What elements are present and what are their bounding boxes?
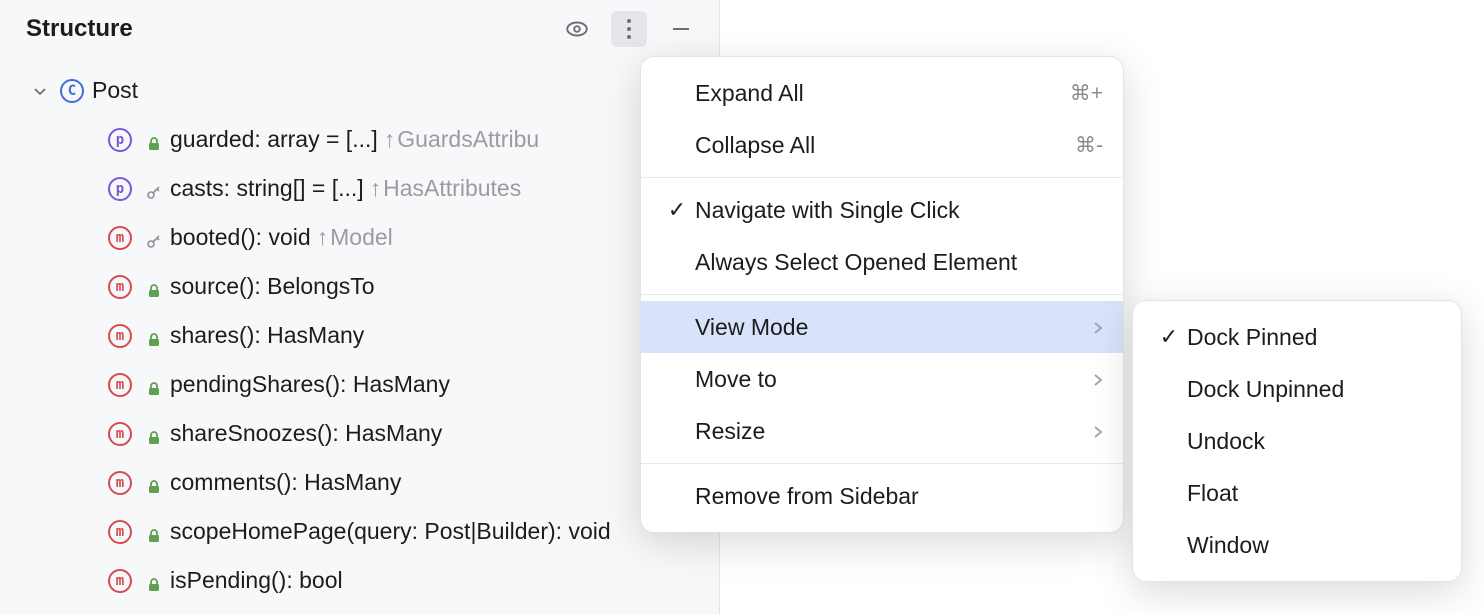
lock-icon: [146, 524, 162, 540]
method-icon: m: [108, 520, 132, 544]
method-icon: m: [108, 324, 132, 348]
lock-icon: [146, 426, 162, 442]
menu-always-select-opened[interactable]: Always Select Opened Element: [641, 236, 1123, 288]
member-label: shareSnoozes(): HasMany: [170, 420, 442, 447]
member-label: casts: string[] = [...]: [170, 175, 364, 202]
tree-member-row[interactable]: m shares(): HasMany: [0, 311, 719, 360]
tree-member-row[interactable]: p casts: string[] = [...] ↑HasAttributes: [0, 164, 719, 213]
lock-icon: [146, 328, 162, 344]
check-icon: ✓: [659, 197, 695, 223]
options-icon[interactable]: [611, 11, 647, 47]
tree-member-row[interactable]: m shareSnoozes(): HasMany: [0, 409, 719, 458]
menu-label: Expand All: [695, 80, 1054, 107]
shortcut-label: ⌘+: [1070, 81, 1103, 106]
menu-label: Always Select Opened Element: [695, 249, 1103, 276]
member-label: shares(): HasMany: [170, 322, 364, 349]
class-icon: C: [60, 79, 84, 103]
submenu-window[interactable]: Window: [1133, 519, 1461, 571]
inherit-label: ↑HasAttributes: [370, 175, 522, 202]
method-icon: m: [108, 471, 132, 495]
menu-label: Window: [1187, 532, 1441, 559]
tree-member-row[interactable]: m booted(): void ↑Model: [0, 213, 719, 262]
submenu-float[interactable]: Float: [1133, 467, 1461, 519]
menu-label: Remove from Sidebar: [695, 483, 1103, 510]
menu-label: View Mode: [695, 314, 1083, 341]
menu-separator: [641, 294, 1123, 295]
member-label: pendingShares(): HasMany: [170, 371, 450, 398]
method-icon: m: [108, 422, 132, 446]
menu-resize[interactable]: Resize: [641, 405, 1123, 457]
submenu-dock-unpinned[interactable]: Dock Unpinned: [1133, 363, 1461, 415]
lock-icon: [146, 377, 162, 393]
menu-separator: [641, 177, 1123, 178]
menu-label: Dock Unpinned: [1187, 376, 1441, 403]
tree-member-row[interactable]: m comments(): HasMany: [0, 458, 719, 507]
key-icon: [146, 181, 162, 197]
tree-root-label: Post: [92, 77, 138, 104]
lock-icon: [146, 279, 162, 295]
tree-member-row[interactable]: m isPending(): bool: [0, 556, 719, 605]
method-icon: m: [108, 226, 132, 250]
member-label: scopeHomePage(query: Post|Builder): void: [170, 518, 611, 545]
structure-panel: Structure C Post p: [0, 0, 720, 614]
property-icon: p: [108, 128, 132, 152]
member-label: source(): BelongsTo: [170, 273, 375, 300]
menu-label: Navigate with Single Click: [695, 197, 1103, 224]
menu-label: Move to: [695, 366, 1083, 393]
menu-separator: [641, 463, 1123, 464]
menu-label: Float: [1187, 480, 1441, 507]
menu-label: Resize: [695, 418, 1083, 445]
show-toolbar-icon[interactable]: [559, 11, 595, 47]
tree-member-row[interactable]: m scopeHomePage(query: Post|Builder): vo…: [0, 507, 719, 556]
method-icon: m: [108, 569, 132, 593]
submenu-dock-pinned[interactable]: ✓ Dock Pinned: [1133, 311, 1461, 363]
structure-tree: C Post p guarded: array = [...] ↑GuardsA…: [0, 58, 719, 605]
chevron-right-icon: [1093, 366, 1103, 393]
inherit-label: ↑GuardsAttribu: [384, 126, 539, 153]
menu-label: Collapse All: [695, 132, 1059, 159]
menu-remove-from-sidebar[interactable]: Remove from Sidebar: [641, 470, 1123, 522]
submenu-undock[interactable]: Undock: [1133, 415, 1461, 467]
options-menu: Expand All ⌘+ Collapse All ⌘- ✓ Navigate…: [640, 56, 1124, 533]
inherit-label: ↑Model: [317, 224, 393, 251]
method-icon: m: [108, 373, 132, 397]
tree-member-row[interactable]: p guarded: array = [...] ↑GuardsAttribu: [0, 115, 719, 164]
key-icon: [146, 230, 162, 246]
check-icon: ✓: [1151, 324, 1187, 350]
member-label: guarded: array = [...]: [170, 126, 378, 153]
menu-move-to[interactable]: Move to: [641, 353, 1123, 405]
panel-header: Structure: [0, 0, 719, 58]
member-label: booted(): void: [170, 224, 311, 251]
menu-view-mode[interactable]: View Mode: [641, 301, 1123, 353]
minimize-icon[interactable]: [663, 11, 699, 47]
tree-root-row[interactable]: C Post: [0, 66, 719, 115]
tree-member-row[interactable]: m pendingShares(): HasMany: [0, 360, 719, 409]
chevron-right-icon: [1093, 314, 1103, 341]
view-mode-submenu: ✓ Dock Pinned Dock Unpinned Undock Float…: [1132, 300, 1462, 582]
panel-title: Structure: [26, 15, 559, 43]
property-icon: p: [108, 177, 132, 201]
chevron-down-icon[interactable]: [30, 84, 50, 98]
menu-navigate-single-click[interactable]: ✓ Navigate with Single Click: [641, 184, 1123, 236]
tree-member-row[interactable]: m source(): BelongsTo: [0, 262, 719, 311]
lock-icon: [146, 573, 162, 589]
lock-icon: [146, 132, 162, 148]
menu-label: Dock Pinned: [1187, 324, 1441, 351]
menu-collapse-all[interactable]: Collapse All ⌘-: [641, 119, 1123, 171]
menu-label: Undock: [1187, 428, 1441, 455]
lock-icon: [146, 475, 162, 491]
method-icon: m: [108, 275, 132, 299]
member-label: comments(): HasMany: [170, 469, 401, 496]
chevron-right-icon: [1093, 418, 1103, 445]
menu-expand-all[interactable]: Expand All ⌘+: [641, 67, 1123, 119]
member-label: isPending(): bool: [170, 567, 343, 594]
header-icon-group: [559, 11, 699, 47]
shortcut-label: ⌘-: [1075, 133, 1103, 158]
